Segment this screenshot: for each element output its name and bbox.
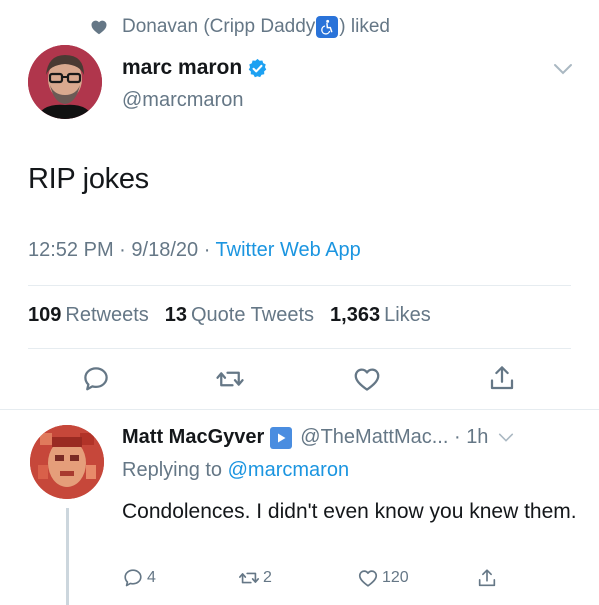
divider: [28, 285, 571, 286]
divider: [28, 348, 571, 349]
liked-by-name[interactable]: Donavan (Cripp Daddy: [122, 16, 315, 38]
liked-context: Donavan (Cripp Daddy ) liked: [90, 14, 390, 40]
replying-to-handle[interactable]: @marcmaron: [228, 459, 349, 481]
tweet-source-link[interactable]: Twitter Web App: [216, 239, 361, 261]
tweet-stats: 109 Retweets 13 Quote Tweets 1,363 Likes: [28, 304, 439, 327]
retweet-count: 2: [263, 569, 272, 586]
reply-share-action[interactable]: [476, 566, 501, 590]
author-handle[interactable]: @marcmaron: [122, 89, 243, 112]
like-icon[interactable]: [352, 364, 382, 394]
chevron-down-icon[interactable]: [553, 62, 573, 76]
share-icon[interactable]: [487, 363, 517, 393]
likes-stat[interactable]: 1,363 Likes: [330, 304, 431, 327]
reply-like-action[interactable]: 120: [357, 566, 409, 590]
reply-author-name[interactable]: Matt MacGyver: [122, 426, 264, 449]
wheelchair-icon: [316, 16, 339, 38]
reply-author-avatar[interactable]: [30, 425, 104, 499]
liked-label: ) liked: [339, 16, 390, 37]
thread-line: [66, 508, 69, 605]
quote-tweets-stat[interactable]: 13 Quote Tweets: [165, 304, 314, 327]
reply-author-handle[interactable]: @TheMattMac...: [300, 426, 448, 449]
retweets-stat[interactable]: 109 Retweets: [28, 304, 149, 327]
divider: [0, 409, 599, 410]
reply-text: Condolences. I didn't even know you knew…: [122, 500, 577, 523]
reply-reply-action[interactable]: 4: [122, 566, 156, 590]
reply-header: Matt MacGyver @TheMattMac... · 1h: [122, 426, 514, 449]
retweet-icon: [239, 572, 259, 584]
like-icon: [358, 570, 378, 587]
tweet-text: RIP jokes: [28, 163, 149, 195]
heart-filled-icon: [91, 20, 107, 35]
author-name-row[interactable]: marc maron: [122, 56, 268, 80]
reply-icon: [124, 569, 142, 587]
reply-count: 4: [147, 569, 156, 586]
play-icon: [270, 426, 293, 449]
share-icon: [478, 569, 496, 587]
reply-time[interactable]: 1h: [466, 426, 488, 449]
verified-badge-icon: [248, 58, 267, 77]
tweet-date: 9/18/20: [131, 239, 199, 261]
tweet-meta: 12:52 PM · 9/18/20 · Twitter Web App: [28, 239, 361, 261]
chevron-down-icon[interactable]: [498, 432, 514, 443]
reply-retweet-action[interactable]: 2: [238, 566, 272, 590]
like-count: 120: [382, 569, 409, 586]
replying-to: Replying to @marcmaron: [122, 459, 350, 481]
tweet-time: 12:52 PM: [28, 239, 114, 261]
reply-icon[interactable]: [81, 364, 111, 394]
retweet-icon[interactable]: [215, 364, 245, 394]
author-name[interactable]: marc maron: [122, 56, 242, 80]
author-avatar[interactable]: [28, 45, 102, 119]
